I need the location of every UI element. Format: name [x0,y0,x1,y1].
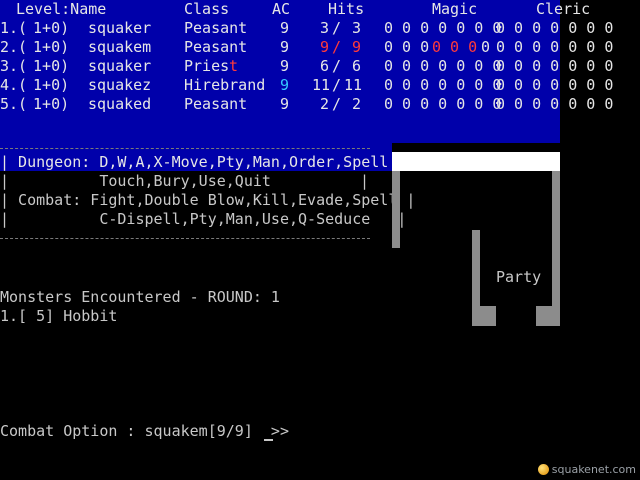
party-cleric-slots: 0 0 0 0 0 0 0 [496,38,614,56]
party-class-part1: Pries [184,57,230,75]
menu-combat-line-1: | Combat: Fight,Double Blow,Kill,Evade,S… [0,191,416,209]
party-class: Peasant [184,19,248,37]
party-name: squaker [88,57,152,75]
party-hits-max: 2 [352,95,362,113]
party-magic-slots-part2: 0 0 0 [432,38,478,56]
header-level-name: Level:Name [16,0,107,18]
map-party-cell-left-floor [472,306,496,326]
party-hits-current: 9 [320,38,330,56]
party-hits-current: 6 [320,57,330,75]
party-hits-separator: / [332,57,342,75]
text-cursor [264,439,273,441]
header-magic: Magic [432,0,478,18]
header-class: Class [184,0,230,18]
map-party-cell-right-floor [536,306,560,326]
party-cleric-slots: 0 0 0 0 0 0 0 [496,19,614,37]
party-class-part2: t [229,57,239,75]
party-hits-separator: / [332,95,342,113]
party-magic-slots-part3: 0 [472,38,491,56]
party-magic-slots: 0 0 0 0 0 0 0 [384,95,502,113]
party-magic-slots: 0 0 0 0 0 0 0 [384,76,502,94]
map-left-wall [392,171,400,248]
party-ac: 9 [280,76,290,94]
party-hits-max: 3 [352,19,362,37]
menu-dungeon-line-2: | Touch,Bury,Use,Quit [0,172,271,190]
site-watermark: squakenet.com [537,463,636,476]
party-magic-slots-part1: 0 0 0 [384,38,439,56]
party-cleric-slots: 0 0 0 0 0 0 0 [496,95,614,113]
party-name: squakez [88,76,152,94]
party-ac: 9 [280,57,290,75]
party-hits-max: 11 [344,76,363,94]
party-magic-slots: 0 0 0 0 0 0 0 [384,57,502,75]
menu-top-border [0,148,370,149]
party-name: squakem [88,38,152,56]
party-hits-separator: / [332,19,342,37]
party-hits-separator: / [332,76,342,94]
combat-option-prompt[interactable]: Combat Option : squakem[9/9] >> [0,422,298,441]
party-hits-separator: / [332,38,342,56]
menu-dungeon-line-1: | Dungeon: D,W,A,X-Move,Pty,Man,Order,Sp… [0,153,416,171]
encounter-title: Monsters Encountered - ROUND: 1 [0,288,280,306]
coin-icon [537,464,549,475]
party-ac: 9 [280,19,290,37]
party-name: squaker [88,19,152,37]
party-class: Peasant [184,38,248,56]
party-cleric-slots: 0 0 0 0 0 0 0 [496,57,614,75]
party-level: 1+0) [24,19,70,37]
header-hits: Hits [328,0,365,18]
party-hits-current: 11 [312,76,331,94]
party-level: 1+0) [24,57,70,75]
party-level: 1+0) [24,95,70,113]
party-hits-max: 9 [352,38,362,56]
party-class: Hirebrand [184,76,266,94]
party-hits-max: 6 [352,57,362,75]
party-name: squaked [88,95,152,113]
header-cleric: Cleric [536,0,591,18]
map-party-marker: Party [496,268,542,286]
party-ac: 9 [280,38,290,56]
party-ac: 9 [280,95,290,113]
party-level: 1+0) [24,38,70,56]
party-level: 1+0) [24,76,70,94]
party-hits-current: 2 [320,95,330,113]
party-cleric-slots: 0 0 0 0 0 0 0 [496,76,614,94]
map-top-wall [392,152,560,171]
menu-right-border: | [360,172,370,190]
party-hits-current: 3 [320,19,330,37]
party-magic-slots: 0 0 0 0 0 0 0 [384,19,502,37]
menu-combat-line-2: | C-Dispell,Pty,Man,Use,Q-Seduce | [0,210,407,228]
watermark-text: squakenet.com [551,463,636,476]
monster-list-item[interactable]: 1.[ 5] Hobbit [0,307,117,326]
menu-bottom-border [0,238,370,239]
party-class: Peasant [184,95,248,113]
header-ac: AC [272,0,291,18]
